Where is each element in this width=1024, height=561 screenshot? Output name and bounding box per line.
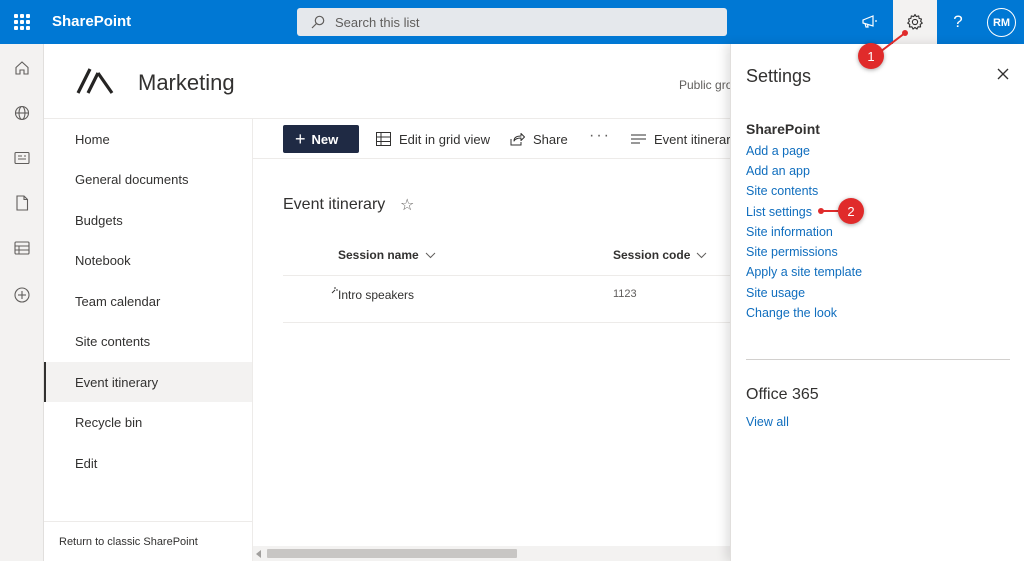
settings-link-site-usage[interactable]: Site usage — [746, 286, 805, 300]
site-logo[interactable] — [76, 68, 114, 99]
site-privacy-label: Public group — [679, 78, 730, 92]
chevron-down-icon — [425, 252, 436, 258]
scroll-left-icon[interactable] — [256, 550, 261, 558]
search-box[interactable] — [297, 8, 727, 36]
close-icon — [997, 68, 1009, 80]
help-button[interactable]: ? — [936, 0, 980, 44]
horizontal-scrollbar[interactable] — [253, 546, 730, 561]
megaphone-icon — [862, 15, 877, 28]
nav-item-edit[interactable]: Edit — [44, 443, 252, 483]
suite-bar: SharePoint ? RM — [0, 0, 1024, 44]
app-bar — [0, 44, 44, 561]
gear-icon — [907, 13, 923, 30]
left-navigation: Home General documents Budgets Notebook … — [44, 119, 253, 561]
settings-panel: Settings SharePoint Add a page Add an ap… — [730, 44, 1024, 561]
nav-item-recycle-bin[interactable]: Recycle bin — [44, 402, 252, 442]
nav-item-site-contents[interactable]: Site contents — [44, 321, 252, 361]
new-button-label: New — [311, 131, 339, 147]
row-divider — [283, 322, 730, 323]
news-icon — [14, 151, 30, 165]
column-header-label: Session name — [338, 248, 419, 262]
nav-item-home[interactable]: Home — [44, 119, 252, 159]
app-launcher-button[interactable] — [0, 0, 44, 44]
search-icon — [311, 15, 325, 29]
view-all-link[interactable]: View all — [746, 415, 789, 429]
news-rail-button[interactable] — [10, 146, 34, 170]
view-lines-icon — [631, 134, 646, 144]
scrollbar-thumb[interactable] — [267, 549, 517, 558]
create-rail-button[interactable] — [10, 283, 34, 307]
return-to-classic-link[interactable]: Return to classic SharePoint — [44, 521, 252, 561]
settings-panel-title: Settings — [746, 66, 812, 86]
edit-grid-view-label: Edit in grid view — [399, 131, 491, 147]
settings-link-site-information[interactable]: Site information — [746, 225, 833, 239]
view-selector-label: Event itinerary — [654, 131, 730, 147]
avatar[interactable]: RM — [987, 8, 1016, 37]
globe-icon — [14, 105, 30, 121]
column-header-label: Session code — [613, 248, 691, 262]
share-label: Share — [533, 131, 568, 147]
lists-rail-button[interactable] — [10, 236, 34, 260]
settings-link-add-an-app[interactable]: Add an app — [746, 164, 810, 178]
home-icon — [15, 61, 29, 75]
office365-section-heading: Office 365 — [746, 386, 819, 403]
new-button[interactable]: + New — [283, 125, 359, 153]
plus-icon: + — [295, 129, 306, 149]
site-header: Marketing Public group — [44, 44, 730, 119]
settings-link-list-settings[interactable]: List settings — [746, 205, 812, 219]
table-row-session-name[interactable]: Intro speakers — [338, 288, 414, 302]
settings-link-apply-site-template[interactable]: Apply a site template — [746, 265, 862, 279]
site-title[interactable]: Marketing — [138, 70, 235, 96]
favorite-star-icon[interactable]: ☆ — [400, 195, 414, 215]
table-row-session-code: 1123 — [613, 288, 637, 300]
megaphone-button[interactable] — [848, 0, 892, 44]
grid-icon — [376, 132, 391, 146]
help-icon: ? — [953, 12, 963, 31]
panel-divider — [746, 359, 1010, 360]
view-selector-button[interactable]: Event itinerary — [631, 130, 730, 148]
column-header-session-name[interactable]: Session name — [338, 248, 436, 262]
list-title[interactable]: Event itinerary — [283, 196, 385, 214]
marketing-logo-icon — [76, 68, 114, 94]
callout-badge-2: 2 — [838, 198, 864, 224]
waffle-icon — [14, 14, 30, 30]
nav-item-team-calendar[interactable]: Team calendar — [44, 281, 252, 321]
close-panel-button[interactable] — [993, 64, 1013, 84]
settings-link-add-a-page[interactable]: Add a page — [746, 144, 810, 158]
settings-link-site-contents[interactable]: Site contents — [746, 184, 818, 198]
chevron-down-icon — [697, 252, 707, 258]
nav-item-budgets[interactable]: Budgets — [44, 200, 252, 240]
list-icon — [14, 241, 30, 255]
sharepoint-section-heading: SharePoint — [746, 121, 820, 137]
sites-rail-button[interactable] — [10, 101, 34, 125]
share-button[interactable]: Share — [510, 130, 568, 148]
share-icon — [510, 133, 525, 146]
header-divider — [283, 275, 730, 276]
nav-item-event-itinerary[interactable]: Event itinerary — [44, 362, 252, 402]
nav-item-notebook[interactable]: Notebook — [44, 240, 252, 280]
home-rail-button[interactable] — [10, 56, 34, 80]
column-header-session-code[interactable]: Session code — [613, 248, 707, 262]
settings-button[interactable] — [893, 0, 937, 44]
settings-link-site-permissions[interactable]: Site permissions — [746, 245, 838, 259]
plus-circle-icon — [14, 287, 30, 303]
edit-grid-view-button[interactable]: Edit in grid view — [376, 130, 490, 148]
more-options-button[interactable]: ··· — [589, 127, 611, 145]
settings-link-change-the-look[interactable]: Change the look — [746, 306, 837, 320]
callout-badge-1: 1 — [858, 43, 884, 69]
files-rail-button[interactable] — [10, 191, 34, 215]
document-icon — [16, 195, 29, 211]
command-bar: + New Edit in grid view Share ··· Event … — [253, 119, 730, 159]
search-input[interactable] — [335, 14, 695, 30]
nav-item-general-documents[interactable]: General documents — [44, 159, 252, 199]
brand-name[interactable]: SharePoint — [52, 13, 131, 30]
